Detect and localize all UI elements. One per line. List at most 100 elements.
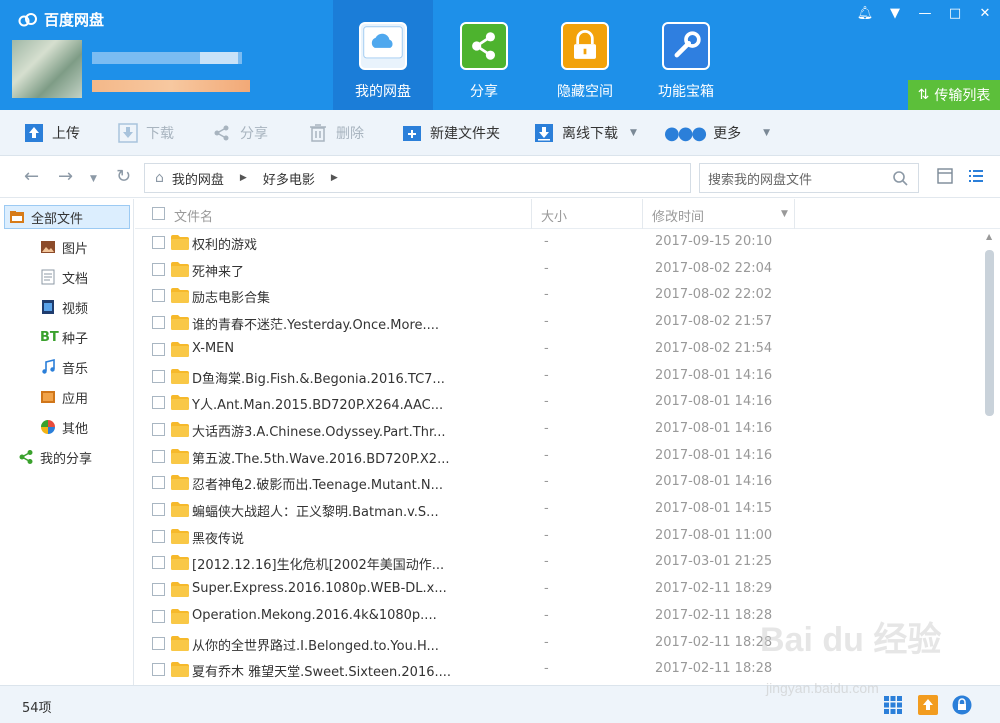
scrollbar-thumb[interactable] xyxy=(985,250,994,416)
row-checkbox[interactable] xyxy=(152,636,165,650)
row-checkbox[interactable] xyxy=(152,396,165,410)
row-checkbox[interactable] xyxy=(152,316,165,330)
row-checkbox[interactable] xyxy=(152,476,165,490)
upload-button[interactable]: 上传 xyxy=(24,110,80,156)
search-icon[interactable] xyxy=(892,170,908,186)
file-name[interactable]: D鱼海棠.Big.Fish.&.Begonia.2016.TC7... xyxy=(192,368,445,387)
sidebar-item-other[interactable]: 其他 xyxy=(4,415,130,439)
detail-view-icon[interactable] xyxy=(936,167,954,185)
table-row[interactable]: 大话西游3.A.Chinese.Odyssey.Part.Thr... - 2017… xyxy=(135,417,981,443)
vertical-scrollbar[interactable]: ▲ xyxy=(981,230,1000,685)
download-button[interactable]: 下载 xyxy=(118,110,174,156)
more-button[interactable]: ●●● 更多 ▼ xyxy=(664,110,770,156)
row-checkbox[interactable] xyxy=(152,236,165,249)
maximize-icon[interactable]: □ xyxy=(940,0,970,26)
column-size[interactable]: 大小 xyxy=(541,206,567,225)
offline-download-button[interactable]: 离线下载 ▼ xyxy=(534,110,637,156)
column-divider[interactable] xyxy=(531,199,532,229)
list-view-icon[interactable] xyxy=(967,167,985,185)
file-name[interactable]: [2012.12.16]生化危机[2002年美国动作... xyxy=(192,554,444,573)
table-row[interactable]: Super.Express.2016.1080p.WEB-DL.x... - 201… xyxy=(135,577,981,603)
row-checkbox[interactable] xyxy=(152,663,165,677)
file-name[interactable]: 第五波.The.5th.Wave.2016.BD720P.X2... xyxy=(192,448,449,467)
column-divider[interactable] xyxy=(642,199,643,229)
table-row[interactable]: 黑夜传说 - 2017-08-01 11:00 xyxy=(135,524,981,550)
sidebar-item-torrents[interactable]: BT 种子 xyxy=(4,325,130,349)
sidebar-item-music[interactable]: 音乐 xyxy=(4,355,130,379)
file-name[interactable]: 夏有乔木 雅望天堂.Sweet.Sixteen.2016.... xyxy=(192,661,451,680)
file-name[interactable]: 谁的青春不迷茫.Yesterday.Once.More.... xyxy=(192,314,439,333)
table-row[interactable]: 第五波.The.5th.Wave.2016.BD720P.X2... - 2017-… xyxy=(135,444,981,470)
tab-my-drive[interactable]: 我的网盘 xyxy=(333,0,433,110)
close-icon[interactable]: ✕ xyxy=(970,0,1000,26)
row-checkbox[interactable] xyxy=(152,422,165,436)
row-checkbox[interactable] xyxy=(152,262,165,276)
file-name[interactable]: 蝙蝠侠大战超人：正义黎明.Batman.v.S... xyxy=(192,501,439,520)
minimize-icon[interactable]: — xyxy=(910,0,940,26)
table-row[interactable]: Y人.Ant.Man.2015.BD720P.X264.AAC... - 2017-… xyxy=(135,390,981,416)
tab-share[interactable]: 分享 xyxy=(434,0,534,110)
file-modified-date: 2017-02-11 18:28 xyxy=(655,634,773,650)
refresh-icon[interactable]: ↻ xyxy=(116,166,131,187)
file-name[interactable]: 大话西游3.A.Chinese.Odyssey.Part.Thr... xyxy=(192,421,446,440)
table-row[interactable]: 谁的青春不迷茫.Yesterday.Once.More.... - 2017-08-… xyxy=(135,310,981,336)
file-name[interactable]: Y人.Ant.Man.2015.BD720P.X264.AAC... xyxy=(192,394,443,413)
new-folder-button[interactable]: 新建文件夹 xyxy=(402,110,500,156)
table-row[interactable]: [2012.12.16]生化危机[2002年美国动作... - 2017-03-01… xyxy=(135,550,981,576)
sidebar-item-images[interactable]: 图片 xyxy=(4,235,130,259)
row-checkbox[interactable] xyxy=(152,342,165,356)
grid-view-icon[interactable] xyxy=(883,695,903,715)
sidebar-item-all-files[interactable]: 全部文件 xyxy=(4,205,130,229)
transfer-list-button[interactable]: ⇅ 传输列表 xyxy=(908,80,1000,110)
breadcrumb-root[interactable]: 我的网盘 xyxy=(172,169,224,188)
sidebar-item-videos[interactable]: 视频 xyxy=(4,295,130,319)
row-checkbox[interactable] xyxy=(152,503,165,516)
share-button[interactable]: 分享 xyxy=(212,110,268,156)
row-checkbox[interactable] xyxy=(152,583,165,597)
back-arrow-icon[interactable]: ← xyxy=(24,166,39,187)
file-name[interactable]: 死神来了 xyxy=(192,261,244,280)
forward-arrow-icon[interactable]: → xyxy=(58,166,73,187)
column-divider[interactable] xyxy=(794,199,795,229)
row-checkbox[interactable] xyxy=(152,369,165,383)
row-checkbox[interactable] xyxy=(152,556,165,570)
row-checkbox[interactable] xyxy=(152,449,165,463)
table-row[interactable]: X-MEN - 2017-08-02 21:54 xyxy=(135,337,981,363)
table-row[interactable]: 蝙蝠侠大战超人：正义黎明.Batman.v.S... - 2017-08-01 14… xyxy=(135,497,981,523)
column-modified[interactable]: 修改时间 xyxy=(652,206,704,225)
sidebar-item-apps[interactable]: 应用 xyxy=(4,385,130,409)
delete-button[interactable]: 删除 xyxy=(308,110,364,156)
scroll-up-icon[interactable]: ▲ xyxy=(986,232,992,241)
tab-hidden-space[interactable]: 隐藏空间 xyxy=(535,0,635,110)
table-row[interactable]: D鱼海棠.Big.Fish.&.Begonia.2016.TC7... - 2017… xyxy=(135,364,981,390)
file-name[interactable]: Super.Express.2016.1080p.WEB-DL.x... xyxy=(192,581,447,596)
table-row[interactable]: 死神来了 - 2017-08-02 22:04 xyxy=(135,257,981,283)
file-name[interactable]: 忍者神龟2.破影而出.Teenage.Mutant.N... xyxy=(192,474,443,493)
upload-quick-icon[interactable] xyxy=(918,695,938,715)
bell-icon[interactable]: 🔔︎ xyxy=(850,0,880,26)
search-input[interactable]: 搜索我的网盘文件 xyxy=(699,163,919,193)
tab-toolbox[interactable]: 功能宝箱 xyxy=(636,0,736,110)
table-row[interactable]: 励志电影合集 - 2017-08-02 22:02 xyxy=(135,283,981,309)
column-name[interactable]: 文件名 xyxy=(174,206,213,225)
table-row[interactable]: 忍者神龟2.破影而出.Teenage.Mutant.N... - 2017-08-0… xyxy=(135,470,981,496)
file-name[interactable]: 权利的游戏 xyxy=(192,234,257,253)
file-name[interactable]: 励志电影合集 xyxy=(192,287,270,306)
avatar[interactable] xyxy=(12,40,82,98)
file-name[interactable]: Operation.Mekong.2016.4k&1080p.... xyxy=(192,608,437,623)
breadcrumb-current[interactable]: 好多电影 xyxy=(263,169,315,188)
row-checkbox[interactable] xyxy=(152,289,165,303)
sidebar-item-documents[interactable]: 文档 xyxy=(4,265,130,289)
file-name[interactable]: 从你的全世界路过.I.Belonged.to.You.H... xyxy=(192,635,439,654)
lock-status-icon[interactable] xyxy=(952,695,972,715)
menu-dropdown-icon[interactable]: ▼ xyxy=(880,0,910,26)
file-name[interactable]: X-MEN xyxy=(192,341,234,356)
row-checkbox[interactable] xyxy=(152,609,165,623)
file-name[interactable]: 黑夜传说 xyxy=(192,528,244,547)
table-row[interactable]: 权利的游戏 - 2017-09-15 20:10 xyxy=(135,230,981,256)
sidebar-item-my-share[interactable]: 我的分享 xyxy=(4,445,130,469)
history-dropdown-icon[interactable]: ▼ xyxy=(90,174,97,184)
row-checkbox[interactable] xyxy=(152,529,165,543)
sort-chevron-down-icon[interactable]: ▼ xyxy=(781,209,788,219)
select-all-checkbox[interactable] xyxy=(152,207,165,220)
